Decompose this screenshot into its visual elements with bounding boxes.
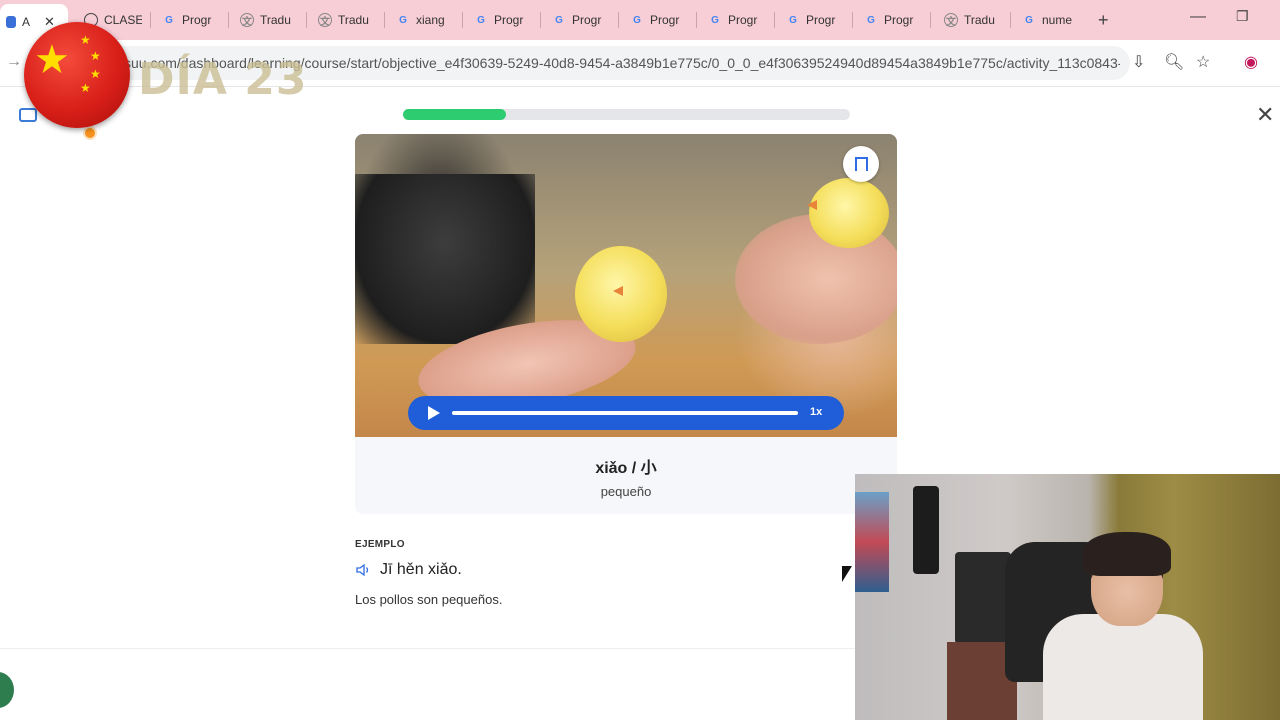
zoom-icon[interactable]: 🔍︎ — [1164, 52, 1184, 72]
google-icon: G — [399, 14, 407, 26]
profile-icon[interactable]: ◉ — [1244, 52, 1258, 72]
google-icon: G — [1025, 14, 1033, 26]
google-icon: G — [867, 14, 875, 26]
translate-icon: 文 — [944, 13, 958, 28]
tab[interactable]: G Progr — [474, 8, 532, 32]
example-translation: Los pollos son pequeños. — [355, 592, 503, 607]
tab-label: Tradu — [964, 13, 995, 27]
tab[interactable]: G Progr — [786, 8, 844, 32]
page-icon — [6, 16, 16, 28]
tab-strip: A ✕ CLASE G Progr 文 Tradu 文 Tradu G xian… — [0, 0, 1280, 40]
google-icon: G — [165, 14, 173, 26]
tab-label: xiang — [416, 13, 445, 27]
seek-bar[interactable] — [452, 411, 798, 415]
bookmark-button[interactable] — [843, 146, 879, 182]
notification-dot — [83, 126, 97, 140]
vocab-word: xiǎo / 小 — [595, 460, 657, 477]
forward-icon[interactable]: → — [6, 53, 22, 71]
translate-icon: 文 — [318, 13, 332, 28]
install-app-icon[interactable]: ⇩ — [1132, 52, 1145, 72]
webcam-overlay — [855, 474, 1280, 720]
example-heading: EJEMPLO — [355, 539, 405, 550]
tab-label: Progr — [650, 13, 680, 27]
lesson-progress-fill — [403, 109, 506, 120]
lesson-video[interactable]: 1x — [355, 134, 897, 437]
play-icon[interactable] — [428, 406, 440, 420]
tab[interactable]: G Progr — [630, 8, 688, 32]
tab-label: Tradu — [338, 13, 369, 27]
google-icon: G — [555, 14, 563, 26]
tab[interactable]: 文 Tradu — [944, 8, 1002, 32]
restore-icon[interactable]: ❐ — [1236, 8, 1249, 25]
tab-label: Progr — [572, 13, 602, 27]
new-tab-button[interactable]: + — [1098, 10, 1109, 31]
tab-label: Progr — [728, 13, 758, 27]
example-sentence: Jī hěn xiǎo. — [380, 561, 462, 578]
google-icon: G — [789, 14, 797, 26]
tab-label: Tradu — [260, 13, 291, 27]
speaker-icon[interactable] — [356, 563, 372, 577]
tab[interactable]: G nume — [1022, 8, 1080, 32]
translate-icon: 文 — [240, 13, 254, 28]
audio-player: 1x — [408, 396, 844, 430]
tab[interactable]: G Progr — [552, 8, 610, 32]
courses-icon[interactable] — [19, 108, 37, 122]
mouse-cursor — [842, 566, 852, 582]
tab[interactable]: 文 Tradu — [318, 8, 374, 32]
minimize-icon[interactable]: — — [1190, 8, 1206, 26]
playback-speed[interactable]: 1x — [810, 406, 822, 418]
tab[interactable]: G Progr — [708, 8, 766, 32]
tab[interactable]: G xiang — [396, 8, 454, 32]
tab[interactable]: G Progr — [162, 8, 220, 32]
chick-image — [809, 178, 889, 248]
china-flag-badge: ★ ★ ★ ★ ★ — [24, 22, 130, 128]
tab-label: Progr — [494, 13, 524, 27]
tab-label: Progr — [884, 13, 914, 27]
google-icon: G — [633, 14, 641, 26]
tab[interactable]: 文 Tradu — [240, 8, 296, 32]
google-icon: G — [477, 14, 485, 26]
google-icon: G — [711, 14, 719, 26]
bookmark-icon — [854, 157, 868, 176]
bookmark-star-icon[interactable]: ☆ — [1196, 52, 1210, 72]
tab-label: A — [22, 15, 31, 29]
lesson-progress-bar — [403, 109, 850, 120]
tab-label: CLASE — [104, 13, 142, 27]
day-counter: DÍA 23 — [138, 54, 308, 105]
tab-label: Progr — [806, 13, 836, 27]
tab[interactable]: G Progr — [864, 8, 922, 32]
help-button[interactable] — [0, 672, 14, 708]
divider — [0, 648, 855, 649]
tab-label: Progr — [182, 13, 212, 27]
vocab-translation: pequeño — [600, 484, 652, 499]
tab-label: nume — [1042, 13, 1073, 27]
vocabulary-card: 1x xiǎo / 小 pequeño — [355, 134, 897, 514]
close-lesson-button[interactable]: ✕ — [1256, 104, 1274, 126]
